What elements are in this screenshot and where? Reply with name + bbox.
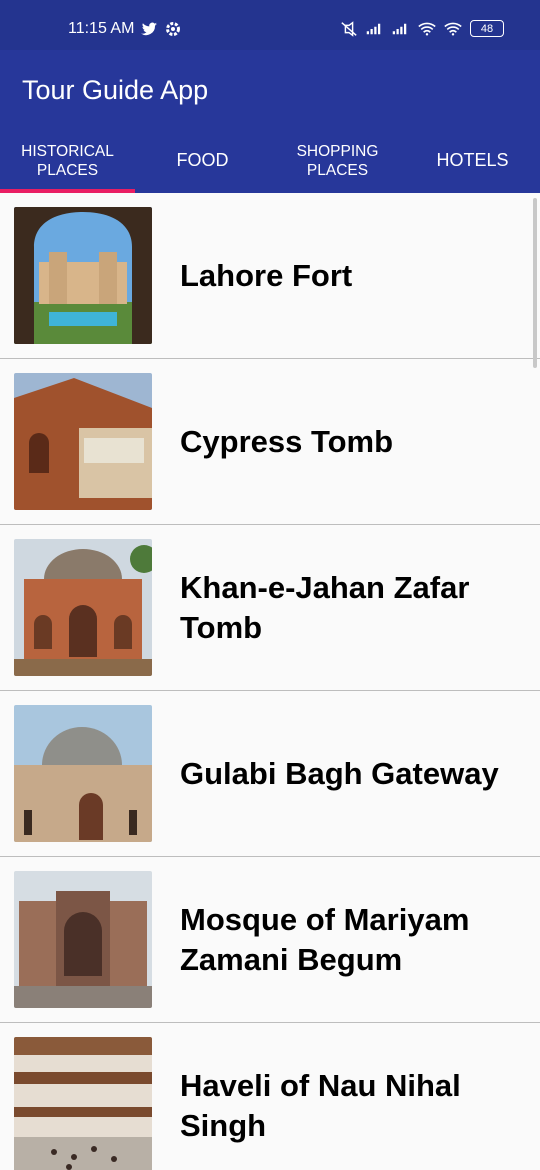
places-list[interactable]: Lahore Fort Cypress Tomb Khan-e-Jahan Za… bbox=[0, 193, 540, 1170]
tab-label: HOTELS bbox=[436, 150, 509, 170]
tab-label: HISTORICAL PLACES bbox=[21, 142, 114, 179]
signal-icon bbox=[392, 23, 407, 34]
gear-icon bbox=[166, 22, 181, 36]
status-left: 11:15 AM bbox=[68, 20, 182, 38]
place-title: Lahore Fort bbox=[180, 258, 353, 293]
list-item[interactable]: Mosque of Mariyam Zamani Begum bbox=[0, 857, 540, 1023]
app-title: Tour Guide App bbox=[22, 75, 209, 105]
place-image bbox=[14, 871, 152, 1008]
signal-icon bbox=[366, 23, 381, 34]
place-image bbox=[14, 705, 152, 842]
list-item[interactable]: Cypress Tomb bbox=[0, 359, 540, 525]
list-item[interactable]: Haveli of Nau Nihal Singh bbox=[0, 1023, 540, 1170]
app-bar: Tour Guide App bbox=[0, 50, 540, 128]
place-image bbox=[14, 1037, 152, 1170]
place-title: Gulabi Bagh Gateway bbox=[180, 756, 499, 791]
tab-hotels[interactable]: HOTELS bbox=[405, 128, 540, 193]
twitter-icon bbox=[141, 22, 158, 36]
status-bar: 11:15 AM 48 bbox=[0, 0, 540, 50]
wifi-icon bbox=[444, 22, 462, 36]
scrollbar[interactable] bbox=[533, 198, 537, 368]
tab-label: FOOD bbox=[176, 150, 229, 170]
place-title: Haveli of Nau Nihal Singh bbox=[180, 1068, 461, 1143]
battery-level: 48 bbox=[480, 22, 494, 35]
place-image bbox=[14, 207, 152, 344]
wifi-icon bbox=[418, 22, 436, 36]
status-time: 11:15 AM bbox=[68, 20, 135, 37]
tab-shopping-places[interactable]: SHOPPING PLACES bbox=[270, 128, 405, 193]
list-item[interactable]: Gulabi Bagh Gateway bbox=[0, 691, 540, 857]
place-title: Khan-e-Jahan Zafar Tomb bbox=[180, 570, 470, 645]
tab-food[interactable]: FOOD bbox=[135, 128, 270, 193]
place-image bbox=[14, 373, 152, 510]
tab-historical-places[interactable]: HISTORICAL PLACES bbox=[0, 128, 135, 193]
tab-label: SHOPPING PLACES bbox=[296, 142, 379, 179]
status-right: 48 bbox=[340, 20, 504, 37]
battery-icon: 48 bbox=[470, 20, 504, 37]
list-item[interactable]: Khan-e-Jahan Zafar Tomb bbox=[0, 525, 540, 691]
place-image bbox=[14, 539, 152, 676]
place-title: Cypress Tomb bbox=[180, 424, 394, 459]
tab-bar: HISTORICAL PLACES FOOD SHOPPING PLACES H… bbox=[0, 128, 540, 193]
mute-icon bbox=[341, 20, 357, 37]
list-item[interactable]: Lahore Fort bbox=[0, 193, 540, 359]
place-title: Mosque of Mariyam Zamani Begum bbox=[180, 902, 470, 977]
